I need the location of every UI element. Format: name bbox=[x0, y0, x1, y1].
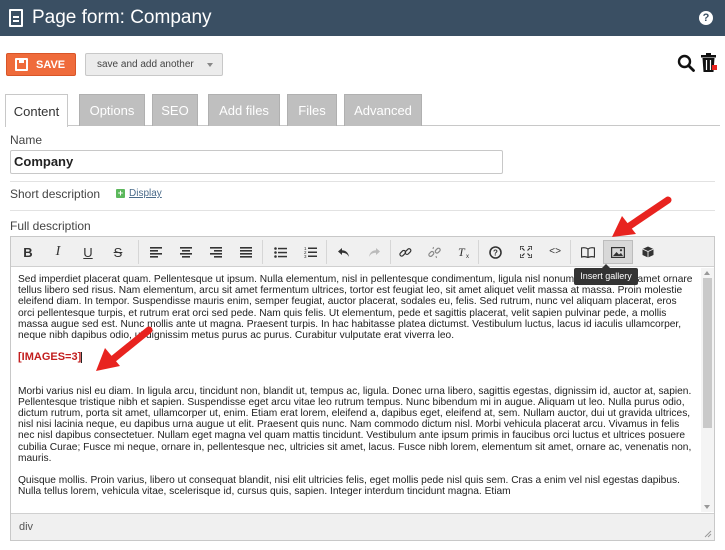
toolbar-group-history bbox=[329, 240, 391, 264]
tab-seo[interactable]: SEO bbox=[152, 94, 198, 126]
bullet-list-icon bbox=[273, 246, 287, 258]
numbered-list-button[interactable]: 123 bbox=[295, 240, 325, 264]
cube-icon bbox=[642, 246, 654, 258]
toolbar-group-tools: ? <> bbox=[481, 240, 571, 264]
display-link[interactable]: + Display bbox=[116, 188, 162, 199]
redo-button[interactable] bbox=[359, 240, 389, 264]
tab-bar: Content Options SEO Add files Files Adva… bbox=[5, 94, 720, 127]
italic-button[interactable]: I bbox=[43, 240, 73, 264]
svg-text:T: T bbox=[458, 246, 466, 259]
editor-toolbar: B I U S 123 T x ? <> bbox=[11, 237, 714, 267]
bullet-list-button[interactable] bbox=[265, 240, 295, 264]
open-book-icon bbox=[581, 246, 595, 258]
insert-block-button[interactable] bbox=[633, 240, 663, 264]
editor-status-bar: div bbox=[11, 513, 714, 540]
svg-text:?: ? bbox=[493, 248, 498, 257]
scroll-down-arrow-icon[interactable] bbox=[704, 505, 710, 509]
help-icon[interactable]: ? bbox=[699, 11, 713, 25]
editor-content[interactable]: Sed imperdiet placerat quam. Pellentesqu… bbox=[11, 268, 701, 512]
fullscreen-button[interactable] bbox=[511, 240, 541, 264]
clear-formatting-button[interactable]: Tx bbox=[449, 240, 478, 264]
trash-icon[interactable] bbox=[700, 53, 718, 73]
search-icon[interactable] bbox=[677, 54, 695, 72]
name-field[interactable]: Company bbox=[10, 150, 503, 174]
help-button[interactable]: ? bbox=[481, 240, 511, 264]
save-and-add-another-button[interactable]: save and add another bbox=[85, 53, 223, 76]
align-right-icon bbox=[210, 246, 222, 258]
floppy-disk-icon bbox=[15, 58, 28, 71]
display-link-label: Display bbox=[129, 188, 162, 199]
plus-icon: + bbox=[116, 188, 125, 198]
tab-content[interactable]: Content bbox=[5, 94, 68, 127]
text-cursor bbox=[81, 352, 83, 364]
insert-gallery-tooltip: Insert gallery bbox=[574, 264, 638, 285]
insert-link-button[interactable] bbox=[391, 240, 420, 264]
unlink-icon bbox=[428, 246, 441, 258]
full-description-label: Full description bbox=[10, 219, 91, 233]
title-bar: Page form: Company ? bbox=[0, 0, 725, 36]
fullscreen-icon bbox=[519, 246, 532, 258]
tab-advanced[interactable]: Advanced bbox=[344, 94, 422, 126]
undo-button[interactable] bbox=[329, 240, 359, 264]
save-and-add-another-label: save and add another bbox=[97, 59, 194, 70]
redo-icon bbox=[369, 247, 380, 257]
underline-button[interactable]: U bbox=[73, 240, 103, 264]
action-bar: SAVE save and add another bbox=[0, 36, 725, 90]
image-icon bbox=[611, 246, 625, 258]
name-label: Name bbox=[10, 133, 43, 147]
toolbar-group-align bbox=[141, 240, 263, 264]
images-tag: [IMAGES=3] bbox=[18, 351, 82, 364]
svg-text:3: 3 bbox=[304, 254, 307, 258]
align-right-button[interactable] bbox=[201, 240, 231, 264]
toolbar-group-lists: 123 bbox=[265, 240, 327, 264]
annotation-arrow-icon bbox=[612, 196, 672, 237]
align-left-button[interactable] bbox=[141, 240, 171, 264]
chevron-down-icon[interactable] bbox=[207, 63, 213, 67]
paragraph: Quisque mollis. Proin varius, libero ut … bbox=[18, 475, 680, 498]
align-justify-icon bbox=[240, 246, 252, 258]
source-code-icon: <> bbox=[549, 246, 562, 258]
toolbar-group-format: B I U S bbox=[13, 240, 139, 264]
align-center-button[interactable] bbox=[171, 240, 201, 264]
numbered-list-icon: 123 bbox=[304, 246, 317, 258]
element-path: div bbox=[19, 521, 34, 533]
editor-scrollbar[interactable] bbox=[701, 268, 714, 512]
tab-options[interactable]: Options bbox=[79, 94, 145, 126]
insert-gallery-button[interactable] bbox=[603, 240, 633, 264]
link-icon bbox=[399, 247, 412, 257]
svg-text:x: x bbox=[466, 254, 469, 259]
scroll-up-arrow-icon[interactable] bbox=[704, 271, 710, 275]
save-label: SAVE bbox=[36, 58, 66, 71]
divider bbox=[10, 181, 715, 182]
toolbar-group-links: Tx bbox=[391, 240, 479, 264]
page-title: Page form: Company bbox=[32, 7, 212, 28]
source-code-button[interactable]: <> bbox=[540, 240, 570, 264]
undo-icon bbox=[338, 247, 349, 257]
remove-link-button[interactable] bbox=[420, 240, 449, 264]
paragraph: Morbi varius nisl eu diam. In ligula arc… bbox=[18, 385, 692, 464]
scroll-thumb[interactable] bbox=[703, 278, 712, 428]
strikethrough-button[interactable]: S bbox=[103, 240, 133, 264]
document-icon bbox=[9, 9, 23, 27]
resize-handle-icon[interactable] bbox=[704, 530, 712, 538]
tab-files[interactable]: Files bbox=[287, 94, 337, 126]
clear-formatting-icon: Tx bbox=[458, 246, 469, 259]
align-center-icon bbox=[180, 246, 192, 258]
align-left-icon bbox=[150, 246, 162, 258]
short-description-label: Short description bbox=[10, 187, 101, 201]
tab-add-files[interactable]: Add files bbox=[208, 94, 280, 126]
toolbar-group-insert bbox=[573, 240, 663, 264]
save-button[interactable]: SAVE bbox=[6, 53, 76, 76]
question-circle-icon: ? bbox=[489, 245, 503, 259]
annotation-arrow-icon bbox=[96, 326, 153, 371]
align-justify-button[interactable] bbox=[231, 240, 261, 264]
insert-book-button[interactable] bbox=[573, 240, 603, 264]
bold-button[interactable]: B bbox=[13, 240, 43, 264]
